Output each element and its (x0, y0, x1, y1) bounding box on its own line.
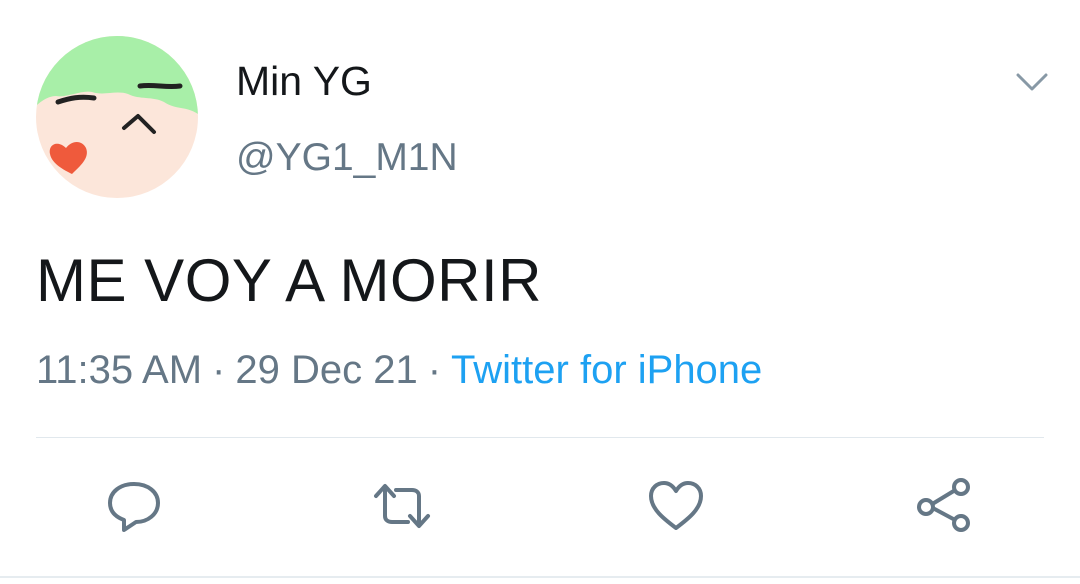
avatar[interactable] (36, 36, 198, 198)
user-handle[interactable]: @YG1_M1N (236, 136, 458, 180)
meta-separator: · (212, 348, 226, 392)
meta-separator: · (427, 348, 442, 392)
chevron-down-icon[interactable] (1012, 66, 1052, 96)
tweet-date[interactable]: 29 Dec 21 (235, 348, 417, 392)
reply-button[interactable] (104, 476, 164, 536)
divider (36, 437, 1044, 438)
retweet-button[interactable] (372, 476, 432, 536)
retweet-icon (374, 484, 430, 528)
share-icon (917, 478, 970, 532)
avatar-image (36, 36, 198, 198)
tweet-source-link[interactable]: Twitter for iPhone (451, 348, 762, 392)
tweet-card: Min YG @YG1_M1N ME VOY A MORIR 11:35 AM ·… (0, 0, 1080, 584)
like-button[interactable] (646, 476, 706, 536)
tweet-time[interactable]: 11:35 AM (36, 348, 202, 392)
tweet-meta: 11:35 AM · 29 Dec 21 · Twitter for iPhone (36, 348, 762, 393)
share-button[interactable] (914, 476, 974, 536)
display-name[interactable]: Min YG (236, 58, 372, 105)
tweet-text: ME VOY A MORIR (36, 247, 543, 314)
reply-icon (108, 482, 160, 532)
heart-icon (649, 481, 703, 530)
bottom-border (0, 576, 1080, 578)
